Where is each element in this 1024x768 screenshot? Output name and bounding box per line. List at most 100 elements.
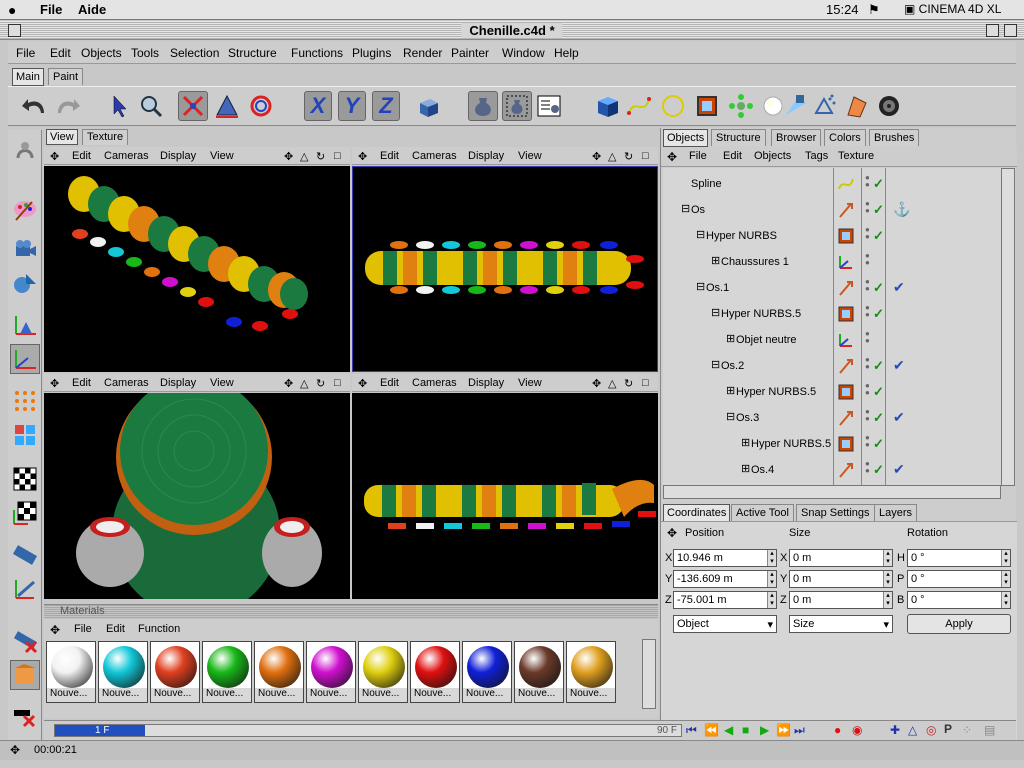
enabled-check-icon[interactable]: ✓ (873, 176, 884, 192)
go-to-end-icon[interactable]: ⏭ (794, 723, 805, 738)
object-row[interactable]: ⊟ Hyper NURBS ● ● ✓ (663, 224, 1001, 250)
visibility-dots-icon[interactable]: ● ● (865, 408, 870, 423)
viewport-front[interactable] (44, 393, 350, 599)
nurbs-object-icon[interactable] (837, 435, 855, 456)
vp2-menu-display[interactable]: Display (468, 150, 504, 162)
viewport-camera-icon[interactable]: ✥ (358, 377, 367, 390)
object-row[interactable]: ⊟ Os ● ● ✓ ⚓ (663, 198, 1001, 224)
rotate-tool-icon[interactable] (246, 91, 276, 121)
go-to-start-icon[interactable]: ⏮ (686, 723, 697, 738)
visibility-dots-icon[interactable]: ● ● (865, 200, 870, 215)
coordinate-system-icon[interactable] (412, 91, 442, 121)
menu-objects[interactable]: Objects (81, 46, 122, 60)
enabled-check-icon[interactable]: ✓ (873, 410, 884, 426)
null-object-icon[interactable] (837, 253, 855, 274)
render-region-icon[interactable] (502, 91, 532, 121)
menu-render[interactable]: Render (403, 46, 442, 60)
play-forward-icon[interactable]: ▶ (760, 723, 769, 737)
tab-active-tool[interactable]: Active Tool (731, 504, 794, 521)
material-swatch[interactable]: Nouve... (514, 641, 564, 703)
expand-icon[interactable]: ⊞ (726, 332, 735, 345)
object-row[interactable]: Spline ● ● ✓ (663, 172, 1001, 198)
zoom-view-icon[interactable]: △ (608, 377, 616, 390)
object-row[interactable]: ⊟ Os.2 ● ● ✓ ✔ (663, 354, 1001, 380)
zoom-view-icon[interactable]: △ (300, 150, 308, 163)
visibility-dots-icon[interactable]: ● ● (865, 304, 870, 319)
rotate-view-icon[interactable]: ↻ (316, 150, 325, 163)
record-key-icon[interactable]: ● (834, 723, 841, 737)
maximize-view-icon[interactable]: □ (334, 150, 341, 162)
mac-menu-aide[interactable]: Aide (78, 2, 106, 17)
auto-key-icon[interactable]: ◉ (852, 723, 862, 737)
menu-plugins[interactable]: Plugins (352, 46, 391, 60)
tab-coordinates[interactable]: Coordinates (663, 504, 731, 522)
menu-painter[interactable]: Painter (451, 46, 489, 60)
objects-menu-edit[interactable]: Edit (723, 150, 742, 162)
animation-tool-icon[interactable] (10, 540, 40, 570)
undo-icon[interactable] (20, 91, 50, 121)
visibility-dots-icon[interactable]: ● ● (865, 382, 870, 397)
object-row[interactable]: ⊞ Hyper NURBS.5 ● ● ✓ (663, 432, 1001, 458)
pan-icon[interactable]: ✥ (284, 377, 293, 390)
anchor-tag-icon[interactable]: ⚓ (893, 201, 910, 218)
bone-object-icon[interactable] (837, 201, 855, 222)
stop-icon[interactable]: ■ (742, 723, 749, 737)
vp1-menu-view[interactable]: View (210, 150, 234, 162)
object-row[interactable]: ⊞ Os.4 ● ● ✓ ✔ (663, 458, 1001, 484)
tab-texture[interactable]: Texture (82, 129, 129, 145)
position-z-field[interactable]: -75.001 m ▴ ▾ (673, 591, 777, 609)
render-settings-icon[interactable] (534, 91, 564, 121)
object-row[interactable]: ⊞ Chaussures 1 ● ● (663, 250, 1001, 276)
nurbs-object-icon[interactable] (837, 383, 855, 404)
materials-menu-file[interactable]: File (74, 623, 92, 635)
play-backward-icon[interactable]: ◀ (724, 723, 733, 737)
collapse-icon[interactable]: ⊟ (726, 410, 735, 423)
visibility-dots-icon[interactable]: ● ● (865, 356, 870, 371)
object-row[interactable]: ⊟ Os.1 ● ● ✓ ✔ (663, 276, 1001, 302)
spline-tool-icon[interactable] (624, 91, 654, 121)
null-object-icon[interactable] (837, 331, 855, 352)
size-mode-select[interactable]: Size ▾ (789, 615, 893, 633)
vp2-menu-edit[interactable]: Edit (380, 150, 399, 162)
x-axis-lock-icon[interactable]: X (304, 91, 332, 121)
enabled-check-icon[interactable]: ✓ (873, 462, 884, 478)
delete-animation-icon[interactable] (10, 626, 40, 656)
size-x-field[interactable]: 0 m ▴ ▾ (789, 549, 893, 567)
keyframe-rotation-icon[interactable]: ◎ (926, 723, 936, 737)
menu-window[interactable]: Window (502, 46, 545, 60)
objects-menu-file[interactable]: File (689, 150, 707, 162)
material-swatch[interactable]: Nouve... (150, 641, 200, 703)
object-row[interactable]: ⊞ Objet neutre ● ● (663, 328, 1001, 354)
pan-icon[interactable]: ✥ (284, 150, 293, 163)
axis-tool-icon[interactable] (10, 344, 40, 374)
coordinate-mode-select[interactable]: Object ▾ (673, 615, 777, 633)
collapse-icon[interactable]: ⊟ (696, 280, 705, 293)
hyper-nurbs-icon[interactable] (692, 91, 722, 121)
zoom-box[interactable] (986, 24, 999, 37)
rotation-p-field[interactable]: 0 ° ▴ ▾ (907, 570, 1011, 588)
coordinates-pan-icon[interactable]: ✥ (667, 526, 677, 540)
mac-menu-file[interactable]: File (40, 2, 62, 17)
sound-icon[interactable] (874, 91, 904, 121)
delete-track-icon[interactable] (10, 702, 40, 732)
objects-menu-texture[interactable]: Texture (838, 150, 874, 162)
visibility-dots-icon[interactable]: ● ● (865, 434, 870, 449)
vp4-menu-display[interactable]: Display (468, 377, 504, 389)
vp3-menu-edit[interactable]: Edit (72, 377, 91, 389)
vp2-menu-view[interactable]: View (518, 150, 542, 162)
enabled-check-icon[interactable]: ✓ (873, 280, 884, 296)
tab-view[interactable]: View (46, 129, 78, 145)
magnify-icon[interactable] (136, 91, 166, 121)
menu-edit[interactable]: Edit (50, 46, 71, 60)
rotation-b-field[interactable]: 0 ° ▴ ▾ (907, 591, 1011, 609)
keyframe-tool-icon[interactable] (10, 574, 40, 604)
paint-tool-icon[interactable] (10, 194, 40, 224)
viewport-camera-icon[interactable]: ✥ (50, 377, 59, 390)
tab-brushes[interactable]: Brushes (869, 129, 920, 146)
menu-functions[interactable]: Functions (291, 46, 343, 60)
render-view-icon[interactable] (468, 91, 498, 121)
expand-icon[interactable]: ⊞ (741, 436, 750, 449)
objects-vertical-scrollbar[interactable] (1001, 168, 1015, 486)
viewport-top[interactable] (352, 166, 658, 372)
material-swatch[interactable]: Nouve... (410, 641, 460, 703)
